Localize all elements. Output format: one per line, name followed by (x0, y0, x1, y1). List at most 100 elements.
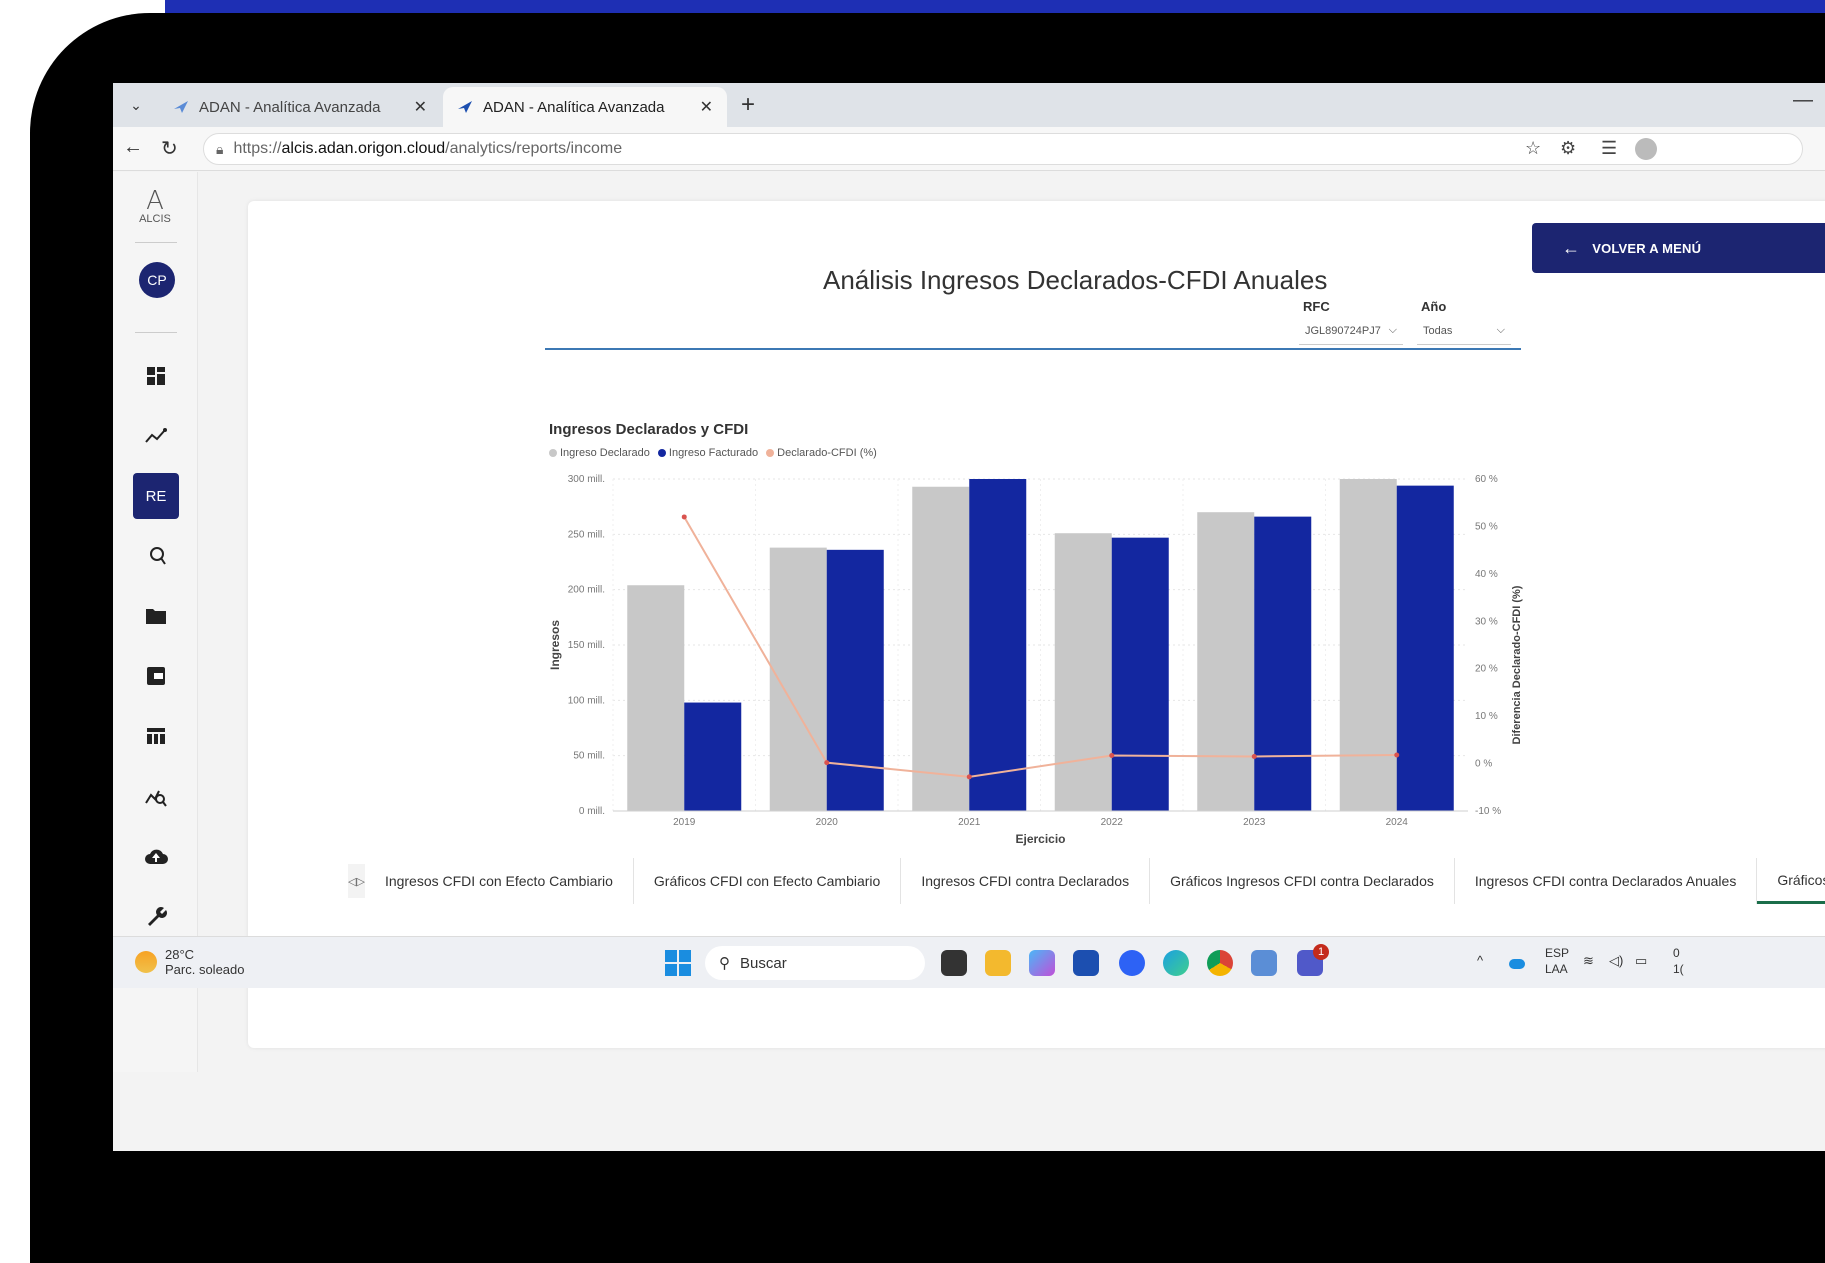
page-tab-active[interactable]: Gráficos In (1757, 858, 1825, 904)
bird-favicon-icon (174, 101, 188, 113)
profile-icon[interactable] (1635, 138, 1657, 160)
start-icon[interactable] (665, 950, 691, 976)
clock[interactable]: 0 1( (1673, 945, 1684, 977)
y-tick-label: 300 mill. (568, 474, 605, 485)
browser-tab-1[interactable]: ADAN - Analítica Avanzada ✕ (159, 87, 441, 127)
y2-tick-label: 40 % (1475, 569, 1498, 580)
url-path: /analytics/reports/income (445, 140, 623, 157)
report-page-tabs: ◁ ▷ Ingresos CFDI con Efecto Cambiario G… (348, 858, 1825, 904)
browser-tab-2[interactable]: ADAN - Analítica Avanzada ✕ (443, 87, 727, 127)
chart-search-icon[interactable] (133, 773, 179, 819)
address-bar: ← ↻ 🔒︎ https://alcis.adan.origon.cloud/a… (113, 127, 1825, 171)
year-filter-value: Todas (1423, 324, 1453, 337)
legend-label: Ingreso Facturado (668, 447, 759, 459)
prev-page-icon[interactable]: ◁ (348, 875, 356, 888)
close-tab-icon[interactable]: ✕ (414, 97, 427, 117)
y2-tick-label: 10 % (1475, 711, 1498, 722)
back-to-menu-button[interactable]: ← VOLVER A MENÚ (1532, 223, 1825, 273)
year-filter-select[interactable]: Todas ⌵ (1417, 317, 1511, 345)
point-declarado-cfdi (1394, 752, 1400, 758)
rfc-filter-select[interactable]: JGL890724PJ7 ⌵ (1299, 317, 1403, 345)
rfc-filter-value: JGL890724PJ7 (1305, 324, 1381, 337)
legend-item-diferencia[interactable]: Declarado-CFDI (%) (766, 447, 877, 459)
legend-item-declarado[interactable]: Ingreso Declarado (549, 447, 650, 459)
y-tick-label: 200 mill. (568, 585, 605, 596)
teams-icon[interactable]: 1 (1297, 944, 1329, 976)
top-accent-bar (165, 0, 1825, 13)
chart-legend: Ingreso Declarado Ingreso Facturado Decl… (549, 447, 885, 459)
wrench-icon[interactable] (133, 893, 179, 939)
x-tick-label: 2023 (1243, 817, 1266, 828)
volume-icon[interactable]: ◁) (1609, 953, 1623, 969)
sidebar-item-re[interactable]: RE (133, 473, 179, 519)
taskbar-search[interactable]: ⚲ Buscar (705, 946, 925, 980)
temperature: 28°C (165, 947, 195, 962)
back-arrow-icon[interactable]: ← (123, 136, 143, 159)
language-indicator[interactable]: ESP LAA (1545, 945, 1569, 977)
y-tick-label: 50 mill. (573, 751, 605, 762)
new-tab-button[interactable]: + (741, 91, 755, 119)
page-tab[interactable]: Ingresos CFDI contra Declarados (901, 858, 1151, 904)
search-icon[interactable] (133, 533, 179, 579)
arrow-left-icon: ← (1562, 237, 1581, 258)
search-placeholder: Buscar (740, 954, 787, 972)
cloud-upload-icon[interactable] (133, 833, 179, 879)
clock-bottom: 1( (1673, 962, 1684, 976)
bar-ingreso-declarado (912, 486, 970, 811)
bar-ingreso-facturado (1396, 485, 1454, 811)
avatar[interactable]: CP (139, 262, 175, 298)
onedrive-icon[interactable] (1509, 959, 1525, 969)
table-icon[interactable] (133, 713, 179, 759)
y2-axis-title: Diferencia Declarado-CFDI (%) (1511, 585, 1523, 744)
y2-tick-label: -10 % (1475, 806, 1501, 817)
task-view-icon[interactable] (941, 950, 967, 976)
analytics-icon[interactable] (133, 413, 179, 459)
folder-icon[interactable] (133, 593, 179, 639)
income-combo-chart: 0 mill. 50 mill. 100 mill. 150 mill. 200 mil… (548, 474, 1523, 846)
zoom-icon[interactable] (1119, 950, 1145, 976)
bar-ingreso-facturado (1254, 516, 1312, 811)
wallet-icon[interactable] (133, 653, 179, 699)
close-tab-icon[interactable]: ✕ (700, 97, 713, 117)
y-tick-label: 150 mill. (568, 640, 605, 651)
favorite-star-icon[interactable]: ☆ (1525, 138, 1541, 159)
wifi-icon[interactable]: ≋ (1583, 953, 1594, 969)
dashboard-icon[interactable] (133, 353, 179, 399)
minimize-window-icon[interactable]: — (1793, 89, 1813, 112)
page-tab[interactable]: Ingresos CFDI con Efecto Cambiario (365, 858, 634, 904)
page-tab[interactable]: Gráficos Ingresos CFDI contra Declarados (1150, 858, 1455, 904)
bar-ingreso-declarado (1339, 479, 1397, 811)
favorites-list-icon[interactable]: ☰ (1601, 138, 1617, 159)
page-tab[interactable]: Ingresos CFDI contra Declarados Anuales (1455, 858, 1758, 904)
tab-title: ADAN - Analítica Avanzada (483, 98, 665, 116)
bird-favicon-icon (458, 101, 472, 113)
title-divider (545, 348, 1521, 350)
y-tick-label: 0 mill. (579, 806, 605, 817)
tray-chevron-icon[interactable]: ^ (1477, 953, 1483, 968)
y2-tick-label: 60 % (1475, 474, 1498, 485)
copilot-icon[interactable] (1029, 950, 1055, 976)
next-page-icon[interactable]: ▷ (356, 875, 364, 888)
chrome-icon[interactable] (1207, 950, 1233, 976)
edge-icon[interactable] (1163, 950, 1189, 976)
reload-icon[interactable]: ↻ (161, 136, 178, 161)
point-declarado-cfdi (966, 774, 972, 780)
point-declarado-cfdi (1109, 753, 1115, 759)
legend-swatch (766, 449, 775, 457)
search-icon: ⚲ (719, 955, 730, 972)
page-tab-nav[interactable]: ◁ ▷ (348, 864, 365, 898)
tab-list-dropdown-icon[interactable]: ⌄ (123, 92, 149, 118)
x-tick-label: 2024 (1386, 817, 1409, 828)
url-prefix: https:// (233, 140, 282, 157)
screen: ⌄ ADAN - Analítica Avanzada ✕ ADAN - Ana… (113, 83, 1825, 1151)
weather-widget[interactable]: 28°C Parc. soleado (135, 947, 245, 977)
battery-icon[interactable]: ▭ (1635, 953, 1647, 969)
lang-bottom: LAA (1545, 962, 1568, 976)
bar-ingreso-declarado (1197, 512, 1255, 811)
legend-item-facturado[interactable]: Ingreso Facturado (657, 447, 759, 459)
extensions-icon[interactable]: ⚙ (1560, 138, 1576, 159)
store-icon[interactable] (1073, 950, 1099, 976)
page-tab[interactable]: Gráficos CFDI con Efecto Cambiario (634, 858, 902, 904)
snipping-tool-icon[interactable] (1251, 950, 1277, 976)
file-explorer-icon[interactable] (985, 950, 1011, 976)
